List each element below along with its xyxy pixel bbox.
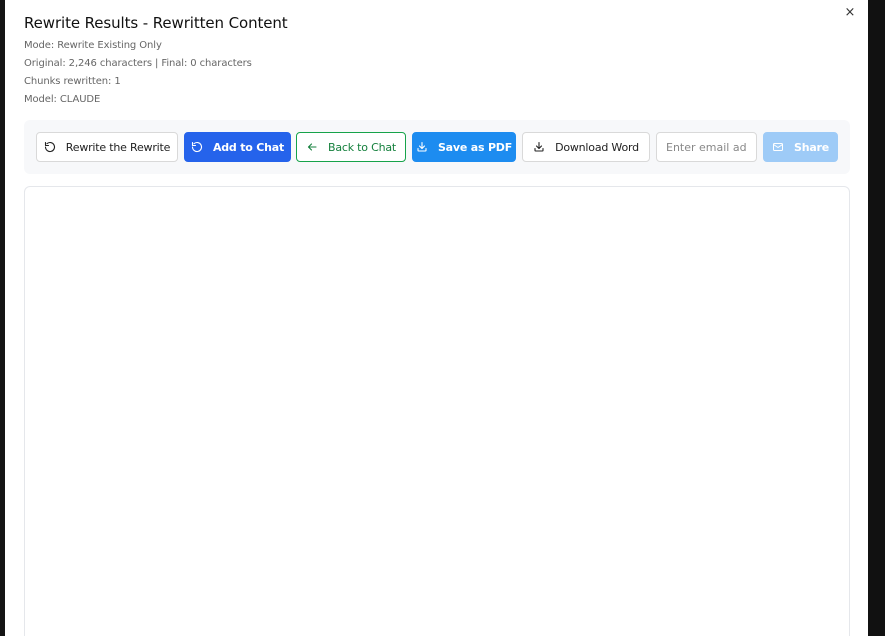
refresh-icon [44,141,55,153]
rewrite-the-rewrite-button[interactable]: Rewrite the Rewrite [36,132,178,162]
chunks-info: Chunks rewritten: 1 [24,76,121,87]
close-icon[interactable]: × [845,5,856,20]
email-input[interactable] [656,132,757,162]
share-button[interactable]: Share [763,132,838,162]
download-word-label: Download Word [555,140,639,154]
share-label: Share [793,140,830,154]
refresh-icon [191,141,202,153]
close-button[interactable]: × [843,5,857,21]
mail-icon [772,143,783,151]
background-right-edge [868,0,885,636]
back-to-chat-button[interactable]: Back to Chat [296,132,406,162]
rewrite-results-modal: × Rewrite Results - Rewritten Content Mo… [5,0,868,636]
download-word-button[interactable]: Download Word [522,132,650,162]
model-info: Model: CLAUDE [24,94,101,105]
arrow-left-icon [307,143,317,151]
back-to-chat-label: Back to Chat [327,140,397,154]
character-count-info: Original: 2,246 characters | Final: 0 ch… [24,58,252,69]
save-as-pdf-button[interactable]: Save as PDF [412,132,516,162]
add-to-chat-label: Add to Chat [212,140,285,154]
modal-title: Rewrite Results - Rewritten Content [24,14,288,32]
rewritten-content-area[interactable] [24,186,850,636]
download-icon [534,141,544,152]
rewrite-the-rewrite-label: Rewrite the Rewrite [65,140,171,154]
save-as-pdf-label: Save as PDF [437,140,513,154]
mode-info: Mode: Rewrite Existing Only [24,40,162,51]
download-icon [417,141,427,152]
add-to-chat-button[interactable]: Add to Chat [184,132,291,162]
action-toolbar: Rewrite the Rewrite Add to Chat Back to … [24,120,850,174]
